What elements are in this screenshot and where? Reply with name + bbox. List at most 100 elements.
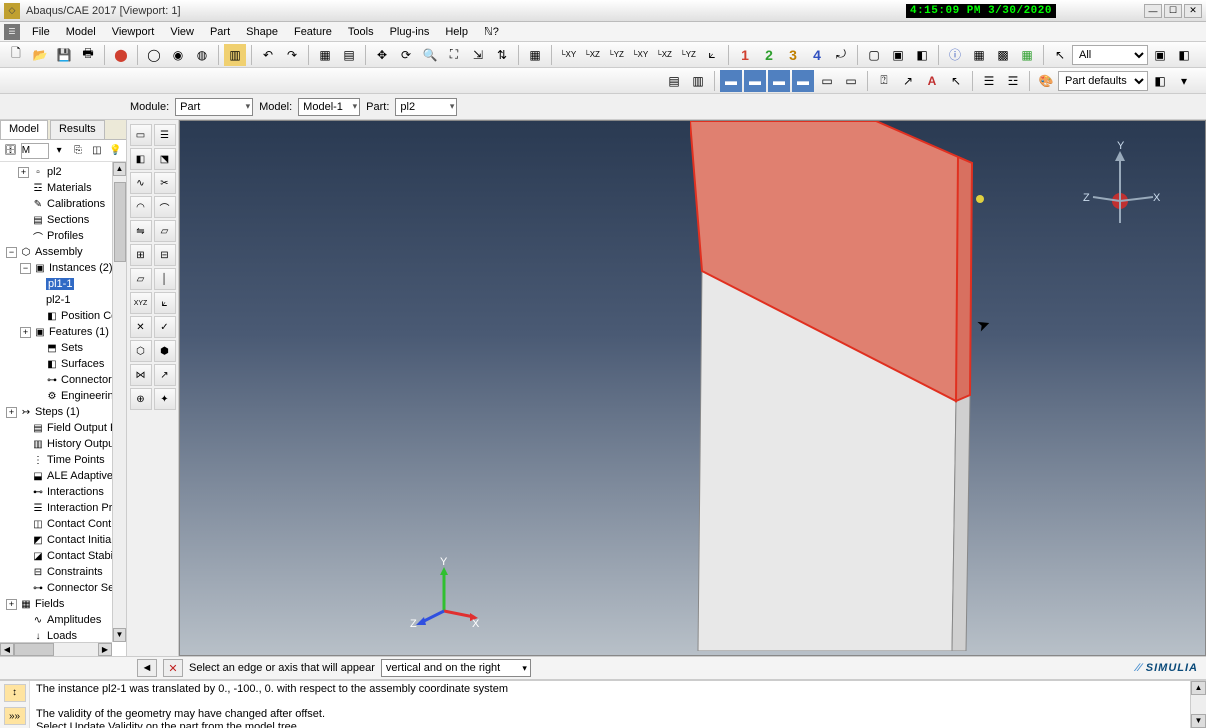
prompt-cancel-button[interactable]: ✕ [163,659,183,677]
view-yz2-icon[interactable]: └YZ [677,44,699,66]
message-scroll-button[interactable]: ↕ [4,684,26,702]
cli-button[interactable]: »» [4,707,26,725]
tree-contact-contro[interactable]: ◫Contact Contro [0,516,126,532]
color-mode-dropdown[interactable]: Part defaults [1058,71,1148,91]
tree-ale-adaptive[interactable]: ⬓ALE Adaptive M [0,468,126,484]
print-icon[interactable]: 🖶 [77,44,99,66]
tree-contact-stab[interactable]: ◪Contact Stabiliz [0,548,126,564]
scroll-down-icon[interactable]: ▼ [113,628,126,642]
circle3-icon[interactable]: ◍ [191,44,213,66]
menu-help[interactable]: Help [437,24,476,40]
menu-viewport[interactable]: Viewport [104,24,163,40]
tree-profiles[interactable]: ⌒Profiles [0,228,126,244]
selection-filter-dropdown[interactable]: All [1072,45,1148,65]
persp4-icon[interactable]: ▬ [792,70,814,92]
tab-results[interactable]: Results [50,120,105,139]
view-iso-icon[interactable]: ⟀ [701,44,723,66]
prompt-dropdown[interactable]: vertical and on the right [381,659,531,677]
context-help-icon[interactable]: ℕ? [484,25,499,38]
tool-round-icon[interactable]: ◠ [130,196,152,218]
tool-partition2-icon[interactable]: ⊟ [154,244,176,266]
tool-cut-icon[interactable]: ✂ [154,172,176,194]
view-xz2-icon[interactable]: └XZ [653,44,675,66]
tool-part-manager-icon[interactable]: ☰ [154,124,176,146]
save-icon[interactable]: 💾 [53,44,75,66]
grid3-icon[interactable]: ▩ [992,44,1014,66]
view-person-icon[interactable]: ⤾ [830,44,852,66]
tree-pl1-1[interactable]: pl1-1 [0,276,126,292]
tool-extend-icon[interactable]: ↗ [154,364,176,386]
tree-surfaces[interactable]: ◧Surfaces [0,356,126,372]
view-3[interactable]: 3 [782,44,804,66]
view-xy-icon[interactable]: └XY [557,44,579,66]
pointer-icon[interactable]: ↖ [1049,44,1071,66]
view-xz-icon[interactable]: └XZ [581,44,603,66]
tree-time-points[interactable]: ⋮Time Points [0,452,126,468]
tool-datum-plane-icon[interactable]: ▱ [130,268,152,290]
tree-materials[interactable]: ☲Materials [0,180,126,196]
tree-constraints[interactable]: ⊟Constraints [0,564,126,580]
menu-file[interactable]: File [24,24,58,40]
tree-engineering[interactable]: ⚙Engineering [0,388,126,404]
view-xy2-icon[interactable]: └XY [629,44,651,66]
msg-scroll-down-icon[interactable]: ▼ [1191,714,1206,728]
tool-geom-edit-icon[interactable]: ⬡ [130,340,152,362]
tree-calibrations[interactable]: ✎Calibrations [0,196,126,212]
tree-filter-input[interactable] [21,143,49,159]
circle2-icon[interactable]: ◉ [167,44,189,66]
region-icon[interactable]: ▥ [224,44,246,66]
tree-features[interactable]: +▣Features (1) [0,324,126,340]
tree-vscroll[interactable]: ▲ ▼ [112,162,126,642]
system-menu-icon[interactable]: ☰ [4,24,20,40]
tree-steps[interactable]: +↣Steps (1) [0,404,126,420]
tool-csys-icon[interactable]: ⟀ [154,292,176,314]
annotate-icon[interactable]: A [921,70,943,92]
tree-drop-icon[interactable]: ▾ [52,142,67,160]
tree-history-output[interactable]: ▥History Output [0,436,126,452]
tree-set-icon[interactable]: ◫ [89,142,104,160]
query-icon[interactable]: ⍰ [873,70,895,92]
menu-tools[interactable]: Tools [340,24,382,40]
tree-db-icon[interactable]: 🗄 [3,142,18,160]
fit-icon[interactable]: ⇲ [467,44,489,66]
tool-solid-icon[interactable]: ◧ [130,148,152,170]
undo-icon[interactable]: ↶ [257,44,279,66]
view-2[interactable]: 2 [758,44,780,66]
model-tree[interactable]: +▫pl2 ☲Materials ✎Calibrations ▤Sections… [0,162,126,656]
view-orientation-triad[interactable]: Y X Z [1075,141,1165,231]
persp2-icon[interactable]: ▬ [744,70,766,92]
menu-plugins[interactable]: Plug-ins [382,24,438,40]
tool-wire-icon[interactable]: ∿ [130,172,152,194]
sel2-icon[interactable]: ◧ [1173,44,1195,66]
sel1-icon[interactable]: ▣ [1149,44,1171,66]
tool-partition-icon[interactable]: ⊞ [130,244,152,266]
tree-amplitudes[interactable]: ∿Amplitudes [0,612,126,628]
tool-datum-axis-icon[interactable]: │ [154,268,176,290]
grid-green-icon[interactable]: ▦ [1016,44,1038,66]
pointer2-icon[interactable]: ↖ [945,70,967,92]
list1-icon[interactable]: ☰ [978,70,1000,92]
tree-position-con[interactable]: ◧Position Con [0,308,126,324]
tree-assembly[interactable]: −⬡Assembly [0,244,126,260]
viewport[interactable]: Y X Z Y X Z ➤ [179,120,1206,656]
tool-face-icon[interactable]: ▱ [154,220,176,242]
menu-part[interactable]: Part [202,24,238,40]
cycle-icon[interactable]: ⇅ [491,44,513,66]
tree-sets[interactable]: ⬒Sets [0,340,126,356]
select-list-icon[interactable]: ▦ [314,44,336,66]
view-4[interactable]: 4 [806,44,828,66]
pan-icon[interactable]: ✥ [371,44,393,66]
part-dropdown[interactable]: pl2 [395,98,457,116]
tree-pl2[interactable]: +▫pl2 [0,164,126,180]
box-hidden-icon[interactable]: ▣ [887,44,909,66]
box-wire-icon[interactable]: ▢ [863,44,885,66]
scroll-thumb[interactable] [114,182,126,262]
menu-feature[interactable]: Feature [286,24,340,40]
grid-icon[interactable]: ▦ [524,44,546,66]
color-icon[interactable]: 🎨 [1035,70,1057,92]
message-log[interactable]: The instance pl2-1 was translated by 0.,… [30,681,1190,728]
prompt-back-button[interactable]: ◄ [137,659,157,677]
rotate-icon[interactable]: ⟳ [395,44,417,66]
persp5-icon[interactable]: ▭ [816,70,838,92]
view-1[interactable]: 1 [734,44,756,66]
